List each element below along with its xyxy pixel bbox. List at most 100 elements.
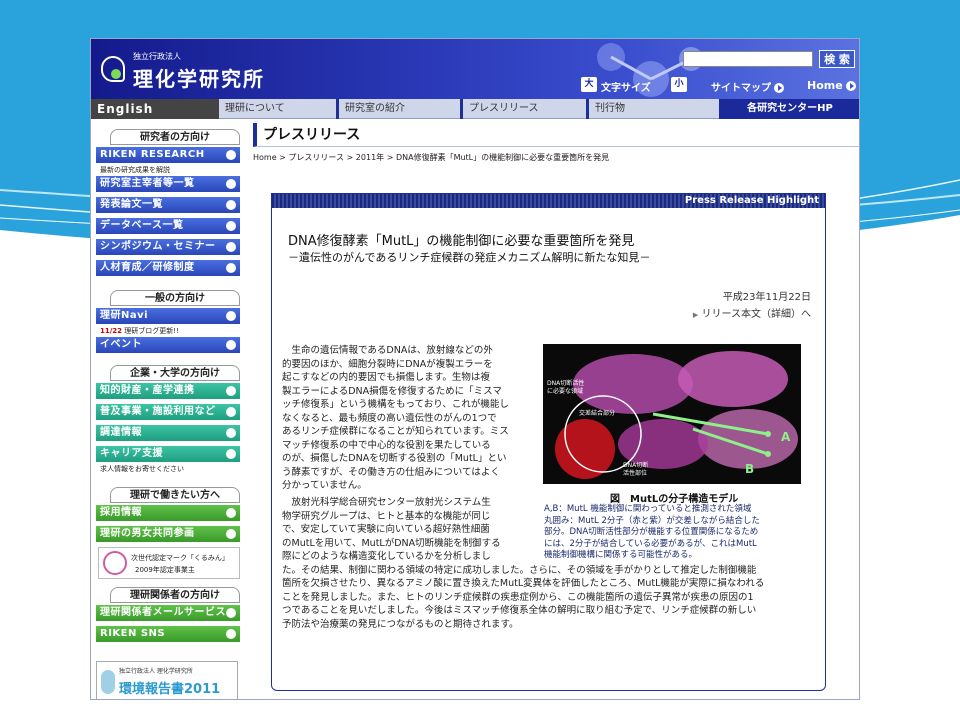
nav-labs[interactable]: 研究室の紹介: [339, 99, 463, 119]
figure-label-b: B: [745, 462, 755, 476]
arrow-right-icon: [845, 81, 856, 91]
figure-label-active-1: DNA切断: [623, 462, 649, 469]
body-line: 生命の遺伝情報であるDNAは、放射線などの外: [282, 345, 493, 356]
kurumin-banner[interactable]: 次世代認定マーク「くるみん」 2009年認定事業主: [98, 547, 240, 579]
body-line: 的要因のほか、細胞分裂時にDNAが複製エラーを: [282, 358, 493, 370]
kurumin-line2: 2009年認定事業主: [135, 566, 195, 574]
nav-publications[interactable]: 刊行物: [589, 99, 719, 119]
search-input[interactable]: [683, 51, 813, 67]
home-link[interactable]: Home: [807, 79, 856, 92]
body-line: なくなると、最も頻度の高い遺伝性のがんの1つで: [282, 412, 497, 424]
sitemap-label: サイトマップ: [711, 83, 771, 94]
body-line: マッチ修復系の中で中心的な役割を果たしている: [282, 439, 491, 451]
figure-desc-line: には、2分子が結合している必要があるが、これはMutL: [544, 538, 757, 549]
arrow-right-icon: [774, 83, 784, 93]
navi-note-date: 11/22: [100, 327, 123, 335]
body-line: た。その結果、制御に関わる領域の特定に成功しました。さらに、その領域を手がかりと…: [282, 564, 757, 576]
figure-caption: 図 MutLの分子構造モデル: [610, 494, 739, 505]
release-title: DNA修復酵素「MutL」の機能制御に必要な重要箇所を発見: [288, 234, 635, 249]
breadcrumb[interactable]: Home > プレスリリース > 2011年 > DNA修復酵素「MutL」の機…: [253, 152, 609, 163]
figure-description: A,B：MutL 機能制御に関わっていると推測された領域 丸囲み：MutL 2分子…: [544, 504, 804, 562]
sidebar-header-work: 理研で働きたい方へ: [110, 487, 240, 503]
navi-note: 11/22 理研ブログ更新!!: [100, 326, 179, 336]
nav-about[interactable]: 理研について: [219, 99, 339, 119]
figure-desc-line: A,B：MutL 機能制御に関わっていると推測された領域: [544, 504, 752, 514]
font-large-button[interactable]: 大: [581, 77, 597, 92]
body-line: 放射光科学総合研究センター放射光システム生: [282, 497, 491, 508]
sidebar-header-general: 一般の方向け: [110, 290, 240, 306]
sidebar: 研究者の方向け RIKEN RESEARCH 最新の研究成果を解説 研究室主宰者…: [96, 125, 242, 699]
body-line: ことを発見しました。また、ヒトのリンチ症候群の疾患症例から、この機能箇所の遺伝子…: [282, 591, 754, 603]
body-line: あるリンチ症候群になることが知られています。ミス: [282, 426, 509, 437]
browser-screenshot: 独立行政法人 理化学研究所 検 索 大 文字サイズ 小 サイトマップ Home …: [90, 38, 860, 700]
figure-label-a: A: [781, 430, 791, 444]
leaf-icon: [101, 670, 115, 694]
body-line: う酵素ですが、その働き方の仕組みについてはよく: [282, 466, 500, 478]
sidebar-item-researcher-list[interactable]: 研究室主宰者等一覧: [96, 176, 240, 192]
global-nav: English 理研について 研究室の紹介 プレスリリース 刊行物 各研究センタ…: [91, 99, 859, 119]
riken-research-note: 最新の研究成果を解説: [100, 166, 170, 174]
sidebar-item-databases[interactable]: データベース一覧: [96, 218, 240, 234]
body-line: 箇所を欠損させたり、異なるアミノ酸に置き換えたMutL変異体を評価したところ、M…: [282, 578, 765, 589]
sitemap-link[interactable]: サイトマップ: [711, 79, 784, 94]
triangle-right-icon: ▶: [692, 311, 699, 319]
figure-desc-line: 部分。DNA切断活性部分が機能する位置関係になるため: [544, 527, 759, 537]
nav-press[interactable]: プレスリリース: [463, 99, 589, 119]
kurumin-line1: 次世代認定マーク「くるみん」: [131, 554, 229, 562]
site-header: 独立行政法人 理化学研究所 検 索 大 文字サイズ 小 サイトマップ Home: [91, 39, 859, 99]
eco-small: 独立行政法人 理化学研究所: [119, 668, 193, 675]
body-line: 際にどのような構造変化しているかを分析しまし: [282, 551, 491, 562]
eco-report-banner[interactable]: 独立行政法人 理化学研究所 環境報告書2011: [96, 661, 238, 699]
highlight-label: Press Release Highlight: [684, 195, 819, 206]
career-note: 求人情報をお寄せください: [100, 465, 184, 473]
sidebar-header-researchers: 研究者の方向け: [110, 129, 240, 145]
release-subtitle: －遺伝性のがんであるリンチ症候群の発症メカニズム解明に新たな知見－: [288, 251, 651, 264]
highlight-bar: Press Release Highlight: [272, 194, 825, 208]
body-line: で、安定していて実験に向いている超好熱性細菌: [282, 524, 490, 535]
sidebar-item-outreach[interactable]: 普及事業・施設利用など: [96, 404, 240, 420]
navi-note-text[interactable]: 理研ブログ更新!!: [124, 327, 179, 335]
home-label: Home: [807, 79, 843, 92]
body-line: 物学研究グループは、ヒトと基本的な機能が同じ: [282, 510, 491, 522]
release-link-label: リリース本文（詳細）へ: [701, 309, 812, 320]
sidebar-item-recruit[interactable]: 採用情報: [96, 505, 240, 521]
eco-title: 環境報告書2011: [119, 682, 221, 697]
figure-label-dna: DNA切断活性 に必要な領域: [547, 380, 584, 396]
sidebar-item-career[interactable]: キャリア支援: [96, 446, 240, 462]
sidebar-item-procurement[interactable]: 調達情報: [96, 425, 240, 441]
sidebar-item-equality[interactable]: 理研の男女共同参画: [96, 526, 240, 542]
release-date: 平成23年11月22日: [722, 292, 811, 303]
nav-english[interactable]: English: [91, 99, 219, 119]
molecular-structure-figure: A B DNA切断活性 に必要な領域 交差結合部分 DNA切断 活性部位: [543, 344, 801, 484]
body-line: 分かっていません。: [282, 480, 367, 491]
sidebar-item-symposium[interactable]: シンポジウム・セミナー: [96, 239, 240, 255]
body-line: 予防法や治療薬の発見につながるものと期待されます。: [282, 618, 519, 630]
sidebar-item-sns[interactable]: RIKEN SNS: [96, 626, 240, 642]
sidebar-item-riken-navi[interactable]: 理研Navi: [96, 308, 240, 324]
sidebar-item-events[interactable]: イベント: [96, 337, 240, 353]
sidebar-item-mail-service[interactable]: 理研関係者メールサービス: [96, 605, 240, 621]
figure-label-dna-1: DNA切断活性: [547, 380, 585, 387]
body-line: 製エラーによるDNA損傷を修復するために「ミスマ: [282, 385, 502, 397]
sidebar-item-ip[interactable]: 知的財産・産学連携: [96, 383, 240, 399]
page-title: プレスリリース: [253, 123, 859, 147]
figure-label-active-2: 活性部位: [623, 470, 648, 477]
figure-label-dna-2: に必要な領域: [547, 388, 584, 395]
font-size-label: 文字サイズ: [601, 83, 651, 94]
body-line: のMutLを用いて、MutLがDNA切断機能を制御する: [282, 537, 501, 549]
figure-desc-line: 機能制御機構に関係する可能性がある。: [544, 550, 698, 560]
sidebar-header-related: 理研関係者の方向け: [110, 587, 240, 603]
figure-label-cross: 交差結合部分: [579, 410, 616, 417]
body-line: のが、損傷したDNAを切断する役割の「MutL」とい: [282, 453, 507, 464]
nav-centers[interactable]: 各研究センターHP: [719, 99, 859, 119]
riken-logo-icon[interactable]: [101, 56, 125, 82]
sidebar-item-papers[interactable]: 発表論文一覧: [96, 197, 240, 213]
release-detail-link[interactable]: ▶ リリース本文（詳細）へ: [693, 305, 811, 320]
org-name[interactable]: 理化学研究所: [133, 63, 265, 92]
search-button[interactable]: 検 索: [819, 50, 855, 68]
sidebar-item-training[interactable]: 人材育成／研修制度: [96, 260, 240, 276]
kurumin-mark-icon: [103, 551, 127, 575]
press-release-panel: Press Release Highlight DNA修復酵素「MutL」の機能…: [271, 193, 826, 691]
font-small-button[interactable]: 小: [671, 77, 687, 92]
sidebar-item-riken-research[interactable]: RIKEN RESEARCH: [96, 147, 240, 163]
